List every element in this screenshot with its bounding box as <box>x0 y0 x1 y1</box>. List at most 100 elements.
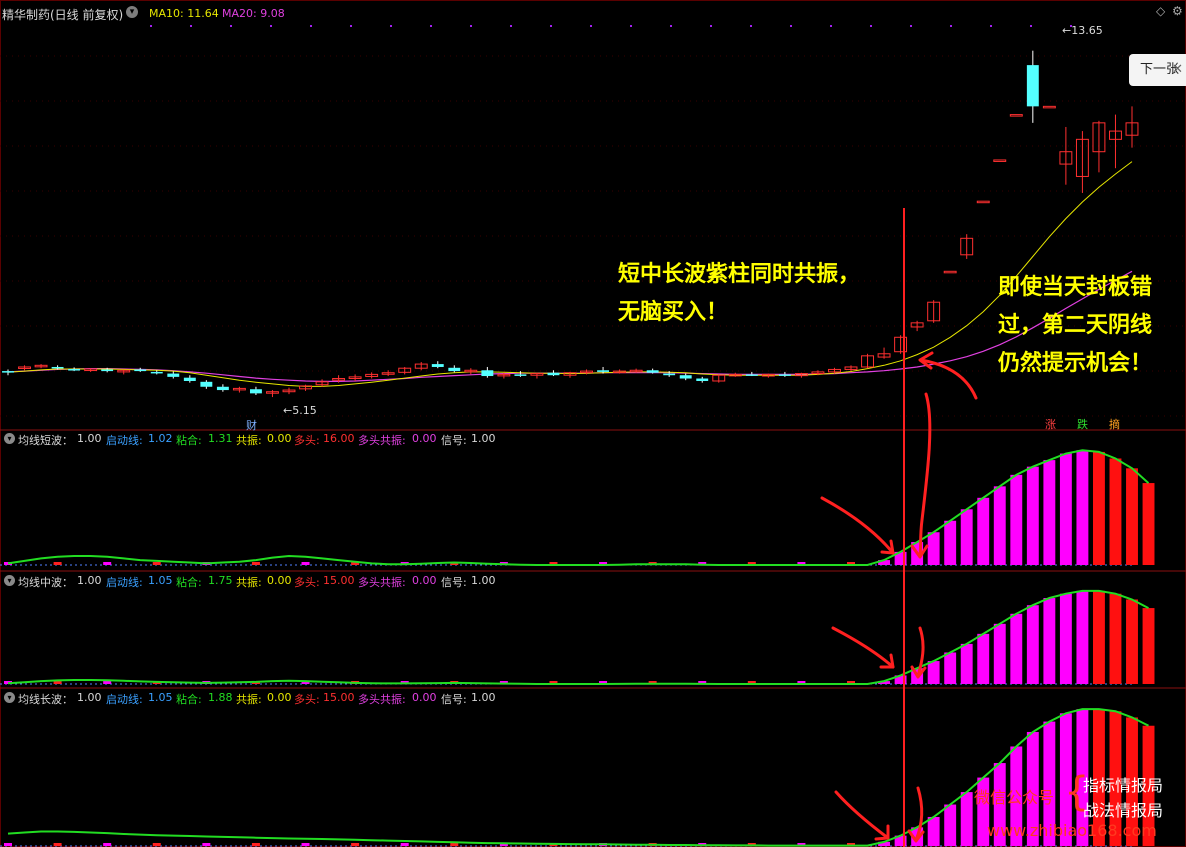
baseline-square <box>301 843 310 846</box>
annotation-arrow <box>834 790 890 840</box>
mid-wave-panel <box>0 589 1155 685</box>
field-label: 信号: <box>441 576 467 589</box>
field-label: 共振: <box>236 434 262 447</box>
next-chart-button[interactable]: 下一张 ✕ <box>1129 54 1186 86</box>
long-wave-header: ▾ 均线长波： 1.00 启动线: 1.05 粘合: 1.88 共振: 0.00 … <box>0 690 600 706</box>
watermark-name1: 指标情报局 <box>1083 776 1164 795</box>
annotation-arrow <box>831 626 895 669</box>
field-value: 1.00 <box>471 432 496 445</box>
field-value: 1.00 <box>471 574 496 587</box>
indicator-bar <box>1010 474 1023 565</box>
field-label: 粘合: <box>176 434 202 447</box>
candle-body <box>481 370 494 377</box>
close-icon[interactable]: ✕ <box>1172 54 1183 86</box>
baseline-square <box>301 562 310 565</box>
field-label: 启动线: <box>106 434 143 447</box>
indicator-bar <box>927 816 940 846</box>
candle-body <box>101 369 114 372</box>
baseline-square <box>4 843 12 846</box>
chevron-down-icon[interactable]: ▾ <box>4 433 15 444</box>
indicator-bar <box>1142 483 1155 565</box>
baseline-square <box>202 843 211 846</box>
indicator-bar <box>960 643 973 684</box>
field-value: 0.00 <box>267 691 292 704</box>
indicator-bar <box>1109 593 1122 684</box>
candle-body <box>778 374 791 376</box>
baseline-square <box>53 562 62 565</box>
baseline-square <box>251 562 260 565</box>
field-label: 均线短波： <box>18 434 73 447</box>
gear-icon[interactable]: ⚙ <box>1172 4 1183 18</box>
tag-up[interactable]: 涨 <box>1045 416 1056 432</box>
baseline-square <box>450 843 459 846</box>
indicator-bar <box>1059 453 1072 565</box>
field-label: 多头共振: <box>358 693 406 706</box>
ma10-value: MA10: 11.64 <box>149 7 219 20</box>
indicator-bar <box>1092 590 1105 684</box>
field-value: 0.00 <box>412 432 437 445</box>
candle-body <box>976 200 990 204</box>
candle-body <box>68 369 81 371</box>
baseline-square <box>400 843 409 846</box>
indicator-bar <box>960 792 973 846</box>
field-label: 共振: <box>236 693 262 706</box>
candle-body <box>547 372 560 376</box>
candle-body <box>134 369 147 372</box>
candle-body <box>167 373 180 377</box>
watermark-url: www.zhibiao168.com <box>987 821 1157 840</box>
indicator-bar <box>944 652 957 684</box>
annotation-left-line1: 短中长波紫柱同时共振， <box>618 262 861 287</box>
tag-summary[interactable]: 摘 <box>1109 416 1120 432</box>
indicator-bar <box>944 804 957 846</box>
field-label: 信号: <box>441 693 467 706</box>
annotation-left-line2: 无脑买入！ <box>618 300 729 325</box>
field-label: 信号: <box>441 434 467 447</box>
indicator-bar <box>1076 590 1089 684</box>
field-value: 1.02 <box>148 432 173 445</box>
chevron-down-icon[interactable]: ▾ <box>4 692 15 703</box>
field-label: 启动线: <box>106 576 143 589</box>
candle-body <box>663 373 676 376</box>
candle-body <box>51 366 64 369</box>
chevron-down-icon[interactable]: ▾ <box>126 6 138 18</box>
high-price-label: ←13.65 <box>1062 24 1103 37</box>
field-label: 粘合: <box>176 693 202 706</box>
field-value: 1.31 <box>208 432 233 445</box>
baseline-square <box>251 843 260 846</box>
field-value: 1.05 <box>148 574 173 587</box>
candle-body <box>993 159 1007 162</box>
candle-body <box>646 370 659 373</box>
candle-body <box>745 374 758 376</box>
diamond-icon[interactable]: ◇ <box>1156 4 1165 18</box>
field-value: 1.05 <box>148 691 173 704</box>
field-value: 1.88 <box>208 691 233 704</box>
candle-body <box>183 377 196 381</box>
title-bar: 精华制药(日线 前复权) ▾ MA10: 11.64 MA20: 9.08 ◇ … <box>0 0 1186 28</box>
indicator-bar <box>944 520 957 565</box>
indicator-bar <box>977 497 990 565</box>
chevron-down-icon[interactable]: ▾ <box>4 575 15 586</box>
field-value: 1.00 <box>471 691 496 704</box>
indicator-bar <box>1142 608 1155 684</box>
chart-border <box>0 0 1186 847</box>
indicator-bar <box>1026 605 1039 684</box>
indicator-bar <box>1126 599 1138 684</box>
candle-body <box>1009 114 1023 117</box>
field-label: 均线中波： <box>18 576 73 589</box>
annotation-left: 短中长波紫柱同时共振， 无脑买入！ <box>618 256 860 332</box>
indicator-bar <box>1010 613 1023 684</box>
annotation-arrow <box>918 392 932 558</box>
indicator-bar <box>927 661 940 684</box>
indicator-bar <box>960 509 973 565</box>
short-wave-header: ▾ 均线短波： 1.00 启动线: 1.02 粘合: 1.31 共振: 0.00 … <box>0 431 600 447</box>
watermark-name2: 战法情报局 <box>1083 801 1164 820</box>
baseline-square <box>351 843 360 846</box>
tag-down[interactable]: 跌 <box>1077 416 1088 432</box>
stock-chart[interactable] <box>0 0 1186 847</box>
candle-body <box>431 364 444 367</box>
annotation-right-line2: 过，第二天阴线 <box>998 313 1153 338</box>
candle-body <box>597 370 610 372</box>
field-label: 启动线: <box>106 693 143 706</box>
stock-name[interactable]: 精华制药(日线 前复权) <box>2 6 123 23</box>
candle-body <box>150 371 163 374</box>
